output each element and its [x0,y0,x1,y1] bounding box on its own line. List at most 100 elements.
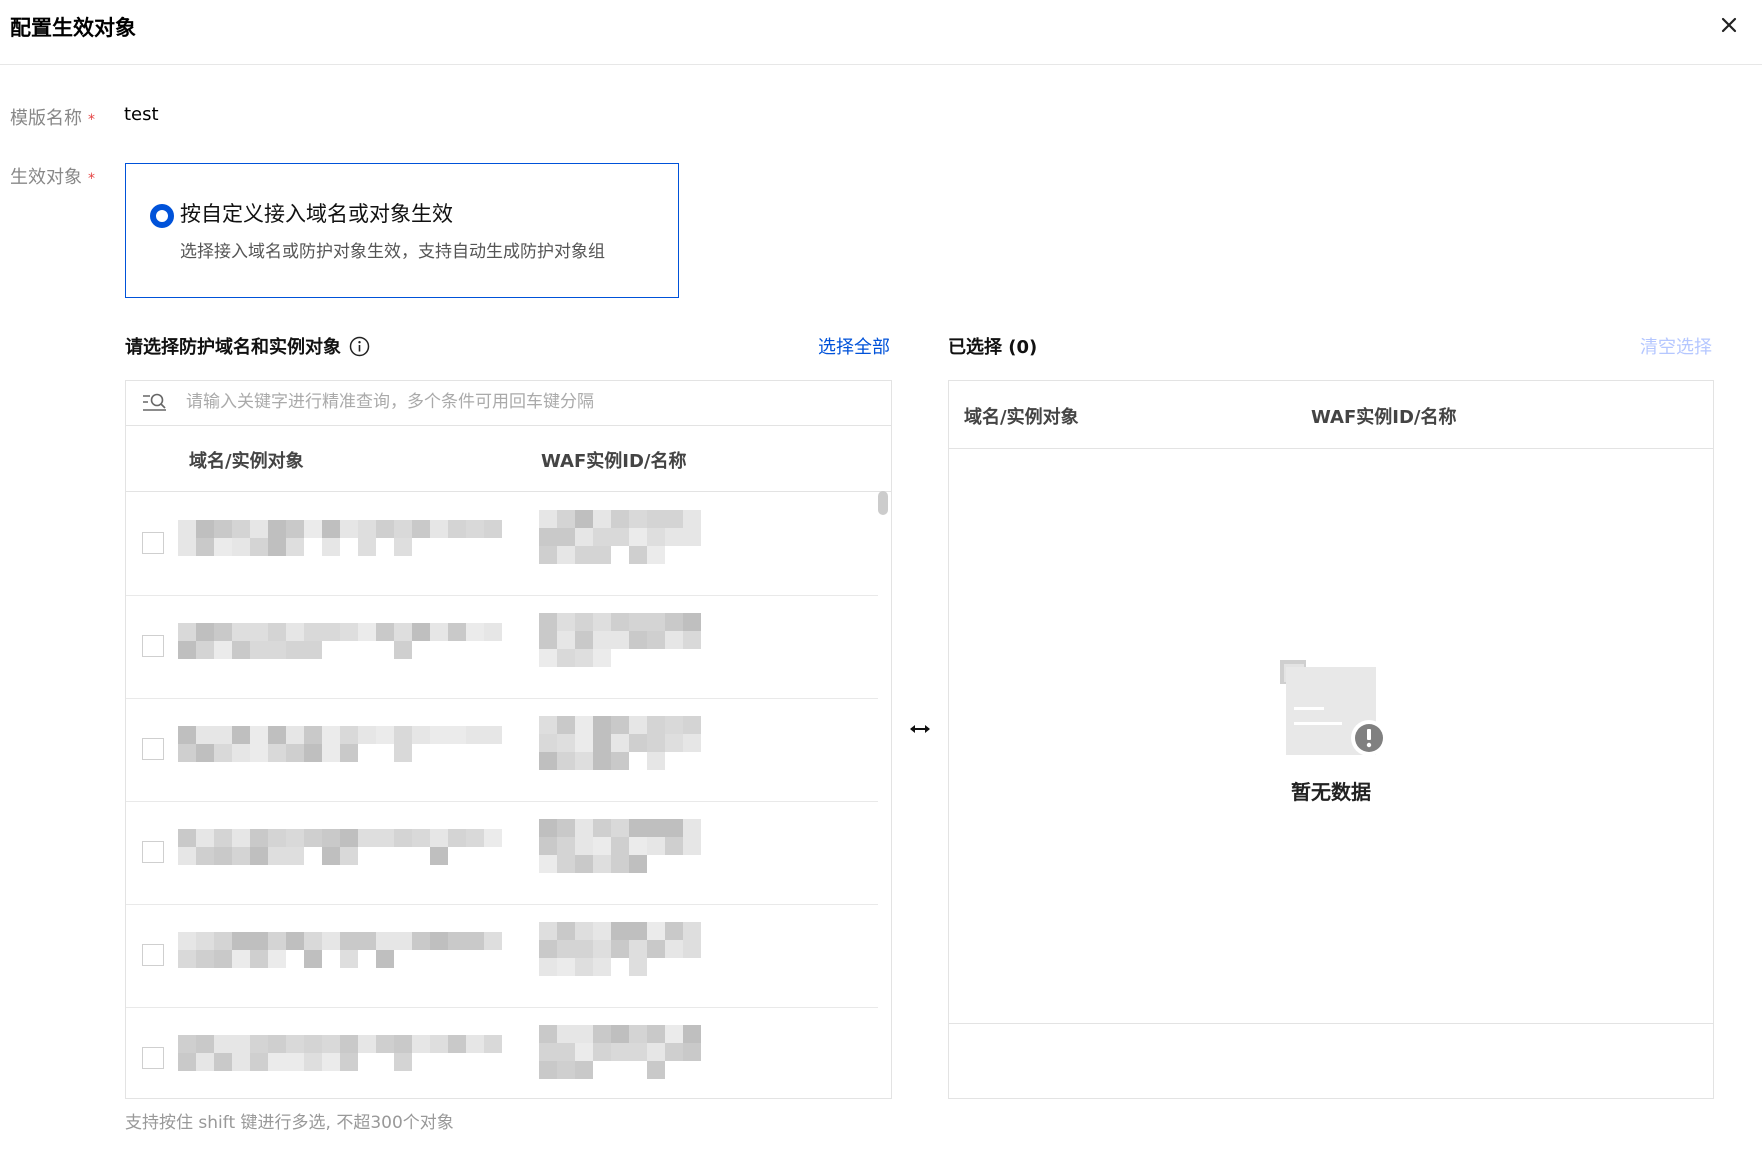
row-checkbox[interactable] [142,532,164,554]
table-row[interactable] [126,492,878,596]
redacted-instance [593,631,611,649]
row-checkbox[interactable] [142,841,164,863]
redacted-instance [647,940,665,958]
redacted-domain [286,744,304,762]
table-row[interactable] [126,801,878,905]
redacted-domain [394,744,412,762]
redacted-domain [304,950,322,968]
redacted-instance [575,734,593,752]
redacted-domain [466,520,484,538]
redacted-domain [178,932,196,950]
redacted-domain [214,744,232,762]
redacted-instance [611,510,629,528]
search-input[interactable] [186,381,876,423]
row-checkbox[interactable] [142,944,164,966]
redacted-instance [539,855,557,873]
redacted-instance [557,528,575,546]
redacted-instance [557,510,575,528]
redacted-domain [214,726,232,744]
redacted-domain [448,932,466,950]
redacted-domain [394,932,412,950]
selected-table-header: 域名/实例对象 WAF实例ID/名称 [949,381,1713,449]
redacted-instance [683,510,701,528]
redacted-instance [593,940,611,958]
redacted-domain [250,829,268,847]
redacted-domain [196,829,214,847]
redacted-domain [340,1035,358,1053]
redacted-domain [322,538,340,556]
table-row[interactable] [126,1007,878,1098]
redacted-domain [232,520,250,538]
redacted-domain [196,520,214,538]
redacted-domain [214,538,232,556]
redacted-instance [683,1025,701,1043]
info-icon[interactable] [349,336,370,357]
redacted-domain [340,829,358,847]
redacted-domain [340,520,358,538]
table-row[interactable] [126,595,878,699]
redacted-instance [611,819,629,837]
redacted-domain [286,623,304,641]
redacted-domain [178,1035,196,1053]
redacted-domain [466,623,484,641]
redacted-instance [665,1043,683,1061]
redacted-domain [250,1053,268,1071]
redacted-instance [593,716,611,734]
redacted-domain [358,829,376,847]
redacted-domain [286,1035,304,1053]
redacted-instance [593,649,611,667]
redacted-domain [214,1053,232,1071]
redacted-instance [629,1043,647,1061]
redacted-instance [557,1043,575,1061]
redacted-domain [394,538,412,556]
redacted-instance [647,631,665,649]
redacted-domain [268,847,286,865]
redacted-instance [539,1043,557,1061]
redacted-instance [557,649,575,667]
redacted-instance [683,1043,701,1061]
redacted-instance [575,613,593,631]
redacted-instance [647,1025,665,1043]
redacted-domain [412,726,430,744]
redacted-domain [304,726,322,744]
scrollbar-thumb[interactable] [878,491,888,515]
required-mark: * [88,112,95,128]
close-icon[interactable] [1716,12,1742,38]
redacted-instance [593,528,611,546]
redacted-instance [539,716,557,734]
multi-select-hint: 支持按住 shift 键进行多选, 不超300个对象 [125,1113,454,1133]
redacted-domain [376,726,394,744]
redacted-instance [575,631,593,649]
redacted-domain [196,623,214,641]
search-icon [143,393,166,411]
radio-selected-icon[interactable] [150,204,174,228]
redacted-domain [196,744,214,762]
redacted-instance [557,958,575,976]
column-header-domain: 域名/实例对象 [964,407,1079,428]
select-all-link[interactable]: 选择全部 [818,333,890,359]
row-checkbox[interactable] [142,635,164,657]
custom-domain-radio-card[interactable]: 按自定义接入域名或对象生效 选择接入域名或防护对象生效，支持自动生成防护对象组 [125,163,679,298]
redacted-domain [268,950,286,968]
redacted-domain [286,520,304,538]
redacted-instance [611,837,629,855]
clear-selection-link[interactable]: 清空选择 [1640,333,1712,359]
redacted-domain [268,744,286,762]
redacted-instance [647,613,665,631]
row-checkbox[interactable] [142,738,164,760]
redacted-instance [575,528,593,546]
redacted-instance [665,837,683,855]
redacted-domain [412,829,430,847]
redacted-domain [448,829,466,847]
table-row[interactable] [126,698,878,802]
table-row[interactable] [126,904,878,1008]
row-checkbox[interactable] [142,1047,164,1069]
redacted-instance [557,716,575,734]
redacted-domain [232,829,250,847]
redacted-domain [322,1053,340,1071]
redacted-instance [575,546,593,564]
redacted-domain [466,726,484,744]
redacted-domain [466,829,484,847]
redacted-instance [539,752,557,770]
redacted-domain [322,520,340,538]
